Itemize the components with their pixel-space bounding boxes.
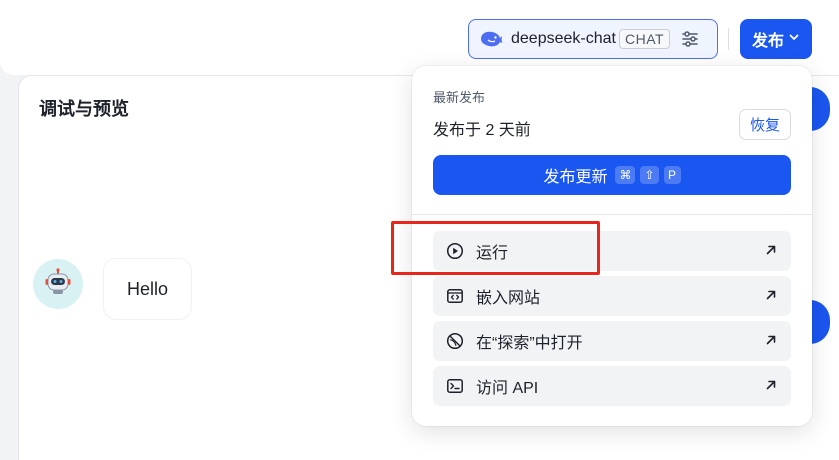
model-name: deepseek-chat (511, 30, 616, 47)
terminal-icon (446, 377, 464, 395)
message-bubble: Hello (104, 259, 191, 319)
toolbar-divider (728, 28, 729, 50)
publish-button-label: 发布 (751, 33, 784, 50)
shortcut-key: ⌘ (615, 166, 636, 184)
embed-website-label: 嵌入网站 (476, 290, 541, 307)
embed-code-icon (446, 287, 464, 305)
external-arrow-icon (764, 333, 778, 347)
sliders-icon[interactable] (680, 29, 700, 49)
restore-button[interactable]: 恢复 (739, 109, 791, 140)
whale-icon (479, 29, 503, 49)
latest-release-label: 最新发布 (433, 90, 486, 105)
external-arrow-icon (764, 378, 778, 392)
external-arrow-icon (764, 243, 778, 257)
run-label: 运行 (476, 245, 509, 262)
menu-divider (412, 214, 812, 215)
shortcut-key: ⇧ (640, 166, 659, 184)
publish-button[interactable]: 发布 (740, 19, 812, 59)
model-type-tag: CHAT (618, 29, 671, 49)
run-action[interactable]: 运行 (433, 231, 791, 271)
robot-icon (43, 267, 73, 302)
play-circle-icon (446, 242, 464, 260)
publish-update-button[interactable]: 发布更新 ⌘ ⇧ P (433, 155, 791, 195)
top-bar: deepseek-chat CHAT 发布 (0, 0, 839, 75)
panel-title: 调试与预览 (39, 99, 129, 119)
explore-icon (446, 332, 464, 350)
published-time: 发布于 2 天前 (433, 122, 531, 139)
shortcut-key: P (663, 166, 681, 184)
publish-update-label: 发布更新 (543, 169, 608, 186)
access-api-label: 访问 API (476, 380, 539, 397)
embed-website-action[interactable]: 嵌入网站 (433, 276, 791, 316)
access-api-action[interactable]: 访问 API (433, 366, 791, 406)
open-in-explore-action[interactable]: 在“探索”中打开 (433, 321, 791, 361)
chevron-down-icon (788, 30, 800, 48)
external-arrow-icon (764, 288, 778, 302)
model-selector[interactable]: deepseek-chat CHAT (468, 19, 718, 59)
open-in-explore-label: 在“探索”中打开 (476, 335, 583, 352)
publish-dropdown-menu: 最新发布 发布于 2 天前 恢复 发布更新 ⌘ ⇧ P 运行 嵌入网站 在“探索… (412, 66, 812, 426)
avatar (33, 259, 83, 309)
